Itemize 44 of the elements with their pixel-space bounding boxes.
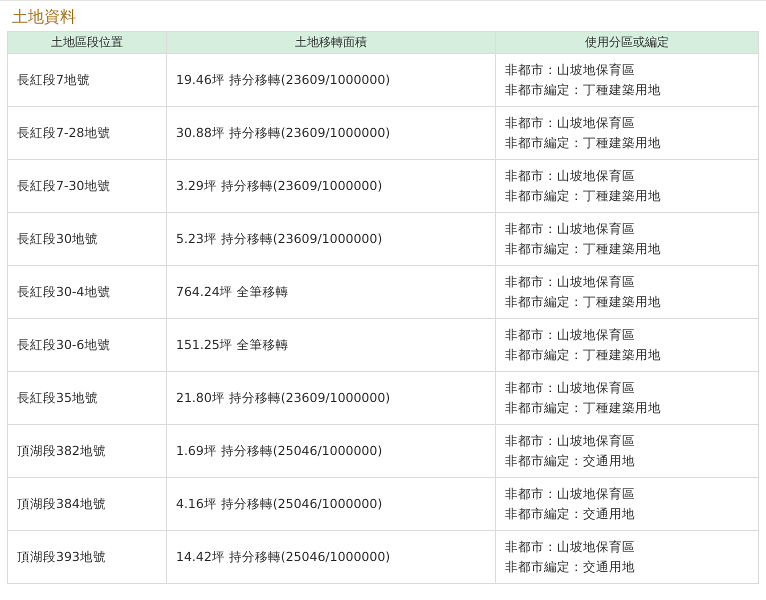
column-header: 土地區段位置 [8, 32, 166, 54]
zoning-text: 非都市：山坡地保育區 [505, 485, 636, 503]
zoning-text: 非都市：山坡地保育區 [505, 167, 636, 185]
table-cell: 4.16坪 持分移轉(25046/1000000) [166, 478, 496, 530]
table-cell: 長紅段7-28地號 [8, 106, 166, 160]
zoning-text: 非都市編定：交通用地 [505, 452, 636, 470]
table-cell: 長紅段7地號 [8, 54, 166, 106]
table-cell: 19.46坪 持分移轉(23609/1000000) [166, 54, 496, 106]
table-cell: 長紅段35地號 [8, 372, 166, 424]
table-cell: 5.23坪 持分移轉(23609/1000000) [166, 212, 496, 266]
column-header: 使用分區或編定 [496, 32, 758, 54]
table-cell: 30.88坪 持分移轉(23609/1000000) [166, 106, 496, 160]
table-cell: 1.69坪 持分移轉(25046/1000000) [166, 424, 496, 478]
zoning-text: 非都市編定：丁種建築用地 [505, 240, 662, 258]
table-cell: 長紅段7-30地號 [8, 160, 166, 212]
zoning-text: 非都市：山坡地保育區 [505, 220, 636, 238]
zoning-text: 非都市：山坡地保育區 [505, 114, 636, 132]
table-cell: 長紅段30地號 [8, 212, 166, 266]
table-cell: 21.80坪 持分移轉(23609/1000000) [166, 372, 496, 424]
zoning-text: 非都市：山坡地保育區 [505, 273, 636, 291]
table-cell: 764.24坪 全筆移轉 [166, 266, 496, 318]
column-header: 土地移轉面積 [166, 32, 496, 54]
zoning-text: 非都市編定：丁種建築用地 [505, 399, 662, 417]
table-cell: 頂湖段382地號 [8, 424, 166, 478]
zoning-text: 非都市編定：丁種建築用地 [505, 293, 662, 311]
table-cell: 3.29坪 持分移轉(23609/1000000) [166, 160, 496, 212]
table-cell: 頂湖段384地號 [8, 478, 166, 530]
zoning-text: 非都市：山坡地保育區 [505, 326, 636, 344]
zoning-text: 非都市：山坡地保育區 [505, 61, 636, 79]
zoning-text: 非都市：山坡地保育區 [505, 538, 636, 556]
zoning-text: 非都市編定：交通用地 [505, 505, 636, 523]
table-cell: 14.42坪 持分移轉(25046/1000000) [166, 530, 496, 584]
zoning-text: 非都市編定：丁種建築用地 [505, 81, 662, 99]
table-cell: 長紅段30-4地號 [8, 266, 166, 318]
zoning-text: 非都市：山坡地保育區 [505, 432, 636, 450]
table-cell: 151.25坪 全筆移轉 [166, 318, 496, 372]
table-cell: 長紅段30-6地號 [8, 318, 166, 372]
zoning-text: 非都市編定：交通用地 [505, 558, 636, 576]
zoning-text: 非都市編定：丁種建築用地 [505, 134, 662, 152]
zoning-text: 非都市編定：丁種建築用地 [505, 187, 662, 205]
table-cell: 頂湖段393地號 [8, 530, 166, 584]
section-title: 土地資料 [12, 7, 77, 27]
zoning-text: 非都市編定：丁種建築用地 [505, 346, 662, 364]
zoning-text: 非都市：山坡地保育區 [505, 379, 636, 397]
